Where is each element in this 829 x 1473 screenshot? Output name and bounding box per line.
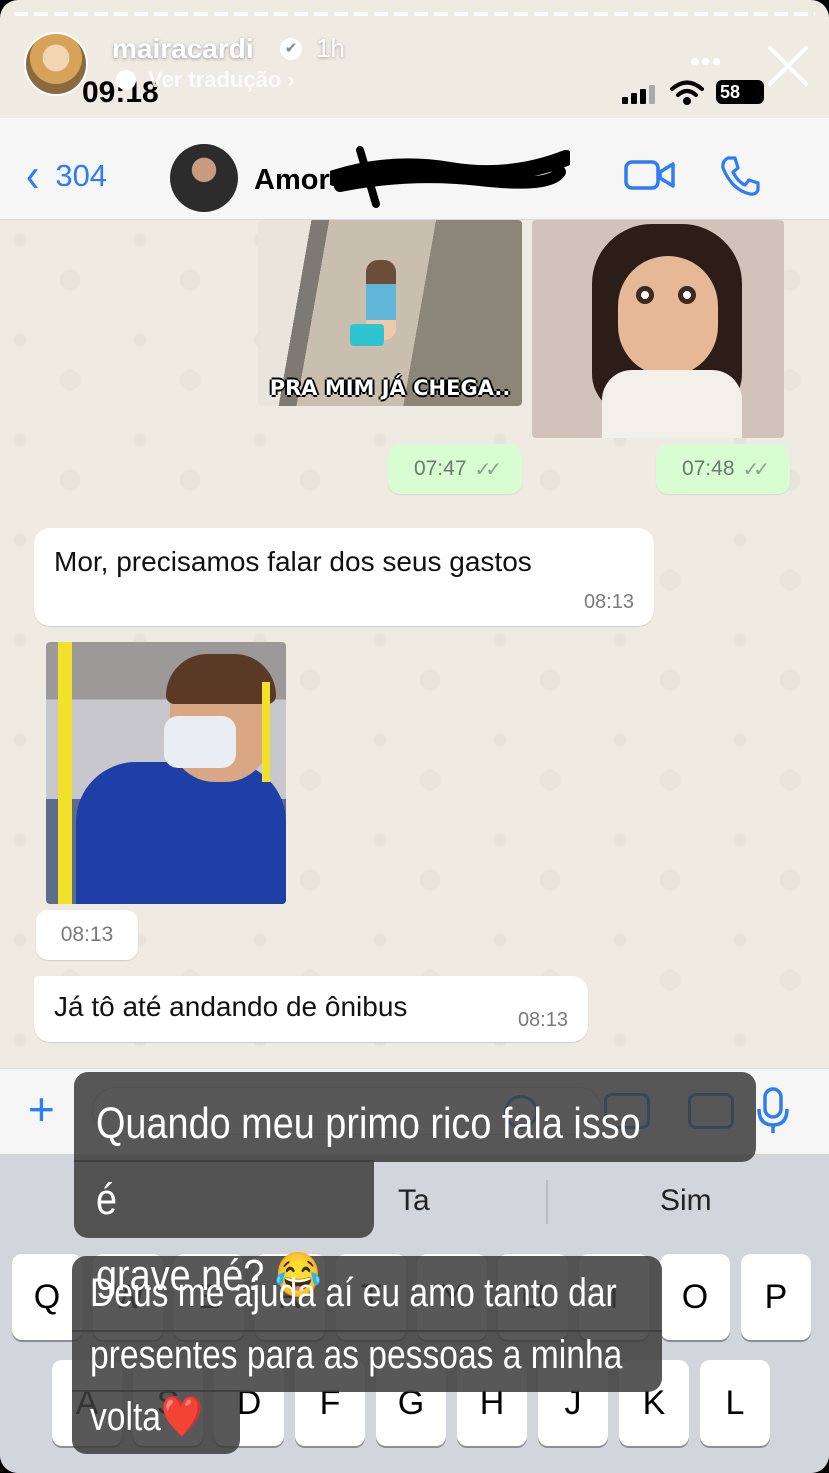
girl-eye	[678, 286, 696, 304]
contact-name[interactable]: Amor	[254, 164, 330, 197]
message-time: 08:13	[517, 1009, 568, 1031]
key-p[interactable]: P	[741, 1254, 811, 1340]
received-photo-bus[interactable]	[46, 642, 286, 904]
video-call-icon[interactable]	[624, 158, 676, 192]
photo-timestamp: 08:13	[36, 910, 138, 960]
message-time: 08:13	[583, 591, 634, 613]
sent-timestamp: 07:47 ✓✓	[388, 444, 522, 494]
story-username[interactable]: mairacardi	[112, 33, 254, 65]
translate-icon	[116, 70, 136, 90]
double-check-icon: ✓✓	[742, 458, 770, 481]
chat-area[interactable]: PRA MIM JÁ CHEGA.. 07:47 ✓✓ 07:48 ✓✓ Mor…	[0, 220, 829, 1070]
more-options-icon[interactable]: •••	[690, 46, 722, 78]
received-message[interactable]: Já tô até andando de ônibus 08:13	[34, 976, 588, 1042]
story-progress-bar	[14, 12, 815, 16]
translate-link[interactable]: Ver tradução ›	[148, 67, 295, 93]
story-avatar[interactable]	[24, 32, 88, 96]
bus-pole	[262, 682, 270, 782]
meme-photo-toddler[interactable]: PRA MIM JÁ CHEGA..	[258, 220, 522, 406]
girl-face	[618, 256, 718, 376]
double-check-icon: ✓✓	[474, 458, 502, 481]
key-o[interactable]: O	[660, 1254, 730, 1340]
suggestion-item[interactable]: Sim	[660, 1184, 712, 1218]
man-mask	[164, 716, 236, 768]
microphone-icon[interactable]	[756, 1087, 790, 1135]
message-text: Já tô até andando de ônibus	[54, 991, 408, 1022]
key-l[interactable]: L	[700, 1360, 770, 1446]
timestamp-text: 07:48	[681, 457, 735, 480]
wifi-icon	[670, 80, 704, 105]
girl-eye	[636, 286, 654, 304]
story-time-ago: 1h	[316, 33, 345, 63]
message-text: Mor, precisamos falar dos seus gastos	[54, 546, 532, 577]
signal-icon	[622, 85, 655, 104]
story-caption-2: Deus me ajuda aí eu amo tanto dar presen…	[90, 1271, 623, 1439]
redaction-scribble	[330, 146, 570, 208]
timestamp-text: 07:47	[413, 457, 467, 480]
phone-call-icon[interactable]	[718, 154, 762, 198]
bus-pole	[58, 642, 72, 904]
story-screen: mairacardi ✔ 1h Ver tradução › ••• 09:18…	[0, 0, 829, 1473]
verified-badge-icon: ✔	[280, 38, 302, 60]
close-icon[interactable]	[762, 40, 814, 92]
battery-indicator: 58	[716, 80, 764, 104]
man-hoodie	[76, 762, 286, 904]
meme-photo-girl[interactable]	[532, 220, 784, 438]
contact-avatar[interactable]	[170, 144, 238, 212]
toddler-bag	[350, 324, 384, 346]
received-message[interactable]: Mor, precisamos falar dos seus gastos 08…	[34, 528, 654, 626]
plus-icon[interactable]: +	[28, 1086, 55, 1132]
chevron-left-icon: ‹	[26, 149, 40, 203]
back-button[interactable]: ‹ 304	[26, 149, 108, 203]
unread-count: 304	[55, 158, 108, 193]
meme-caption: PRA MIM JÁ CHEGA..	[269, 376, 511, 400]
girl-shirt	[602, 370, 742, 438]
chat-header: ‹ 304 Amor	[0, 118, 829, 220]
man-hair	[166, 654, 276, 704]
sent-timestamp: 07:48 ✓✓	[656, 444, 790, 494]
